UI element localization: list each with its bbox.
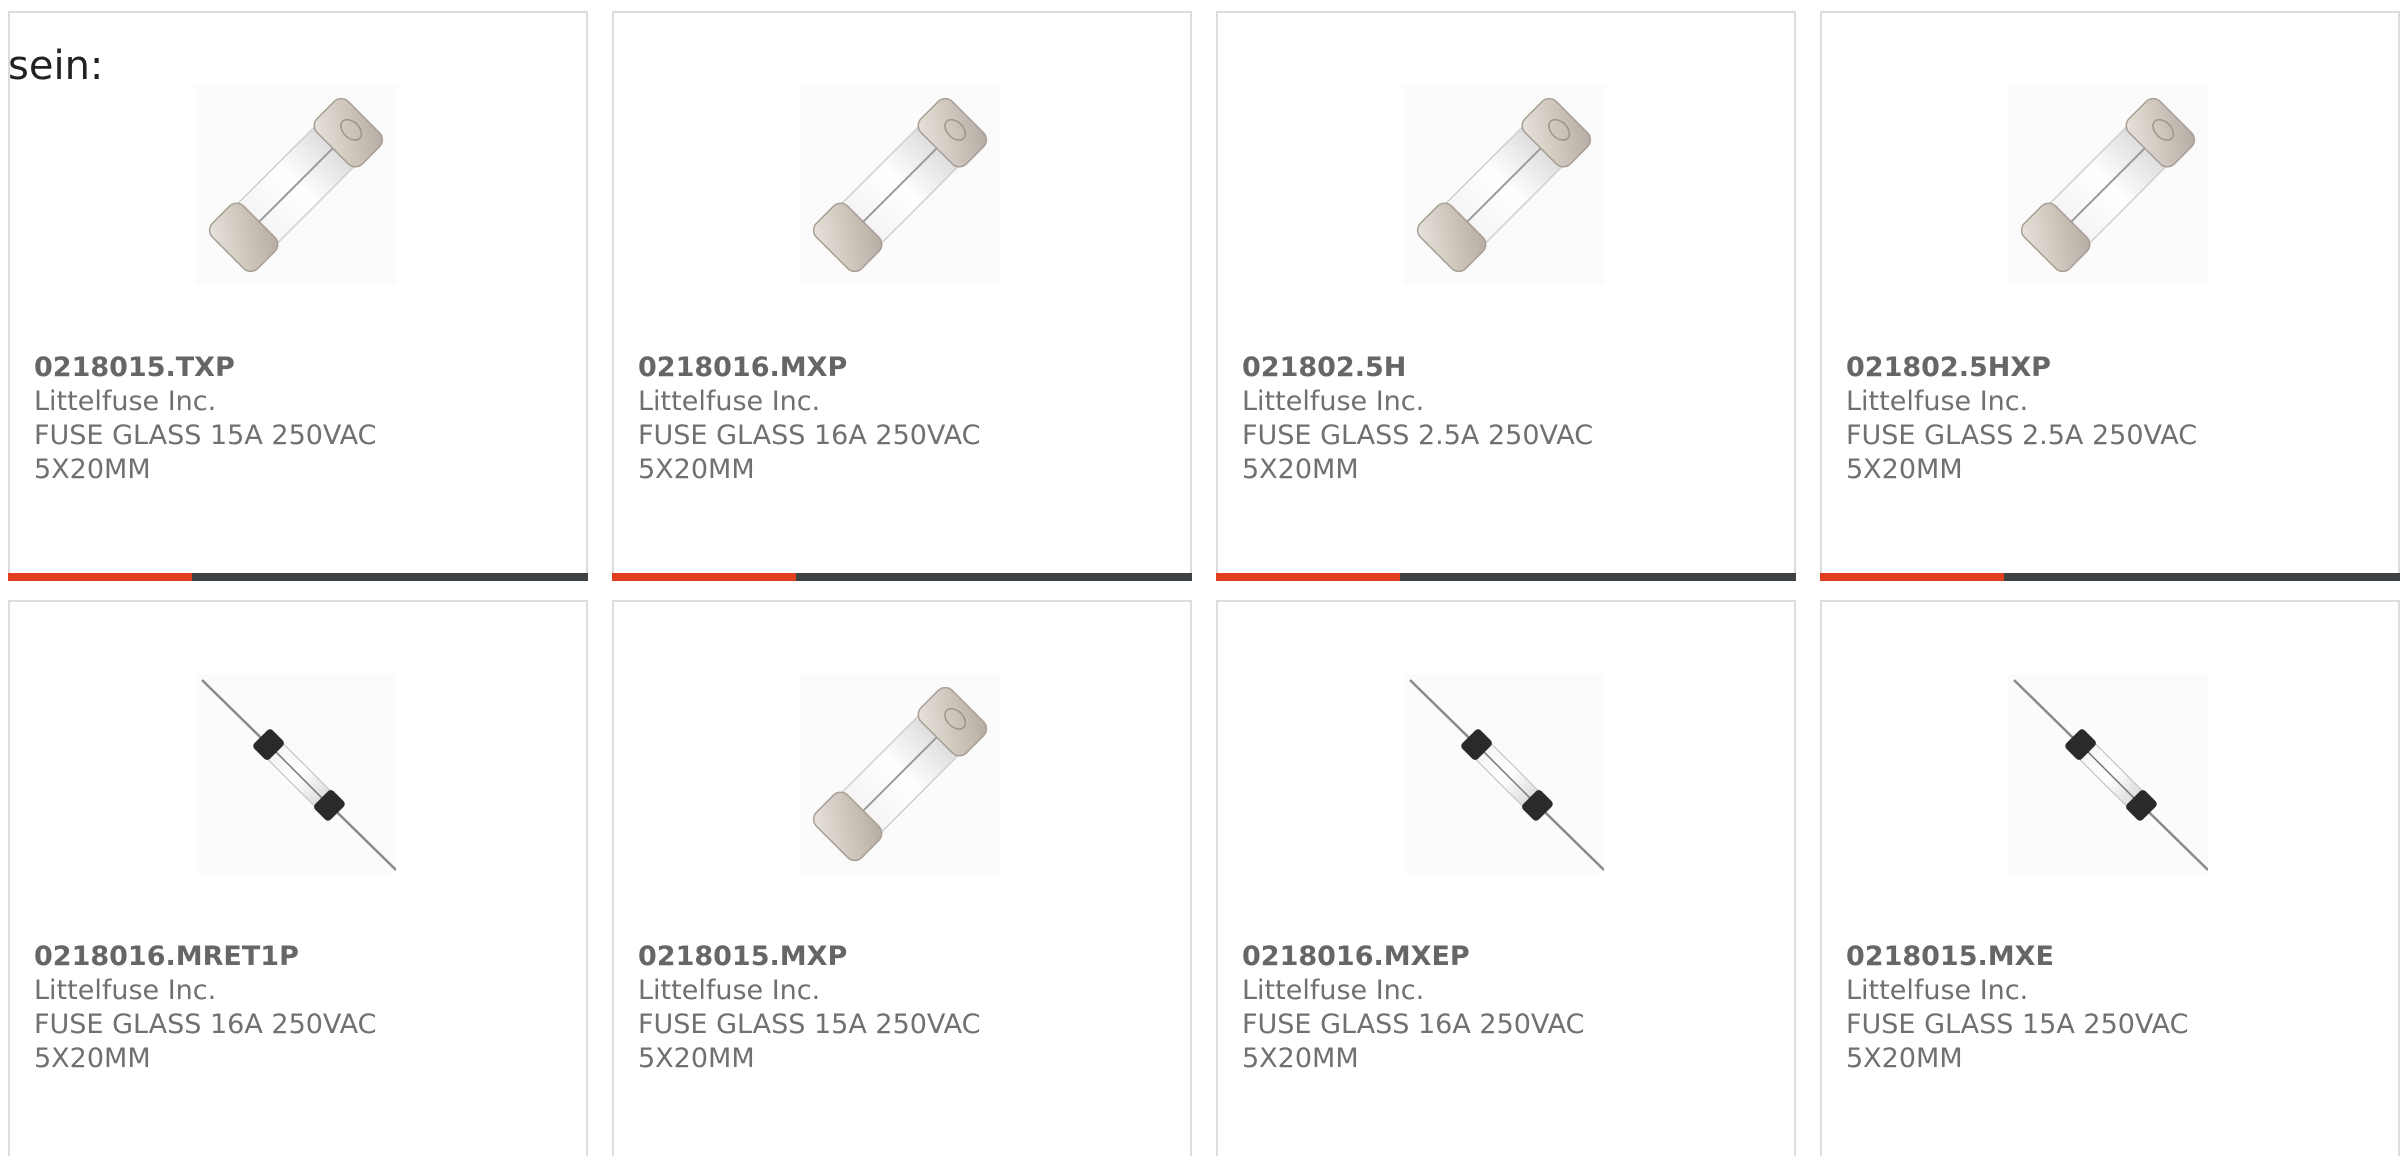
cartridge-fuse-icon[interactable] — [800, 85, 1000, 285]
product-description: FUSE GLASS 16A 250VAC 5X20MM — [1242, 1009, 1585, 1074]
product-description: FUSE GLASS 16A 250VAC 5X20MM — [638, 420, 981, 485]
intro-text: sein: — [8, 43, 104, 89]
product-card[interactable]: 0218016.MXP Littelfuse Inc. FUSE GLASS 1… — [612, 11, 1192, 581]
card-accent-highlight — [612, 573, 796, 581]
part-number[interactable]: 0218016.MRET1P — [34, 940, 534, 974]
axial-lead-fuse-icon[interactable] — [1404, 674, 1604, 874]
cartridge-fuse-icon[interactable] — [1404, 85, 1604, 285]
manufacturer: Littelfuse Inc. — [34, 975, 217, 1006]
product-description: FUSE GLASS 2.5A 250VAC 5X20MM — [1846, 420, 2198, 485]
product-info: 0218015.TXP Littelfuse Inc. FUSE GLASS 1… — [34, 351, 534, 487]
product-info: 0218015.MXE Littelfuse Inc. FUSE GLASS 1… — [1846, 940, 2346, 1076]
product-description: FUSE GLASS 2.5A 250VAC 5X20MM — [1242, 420, 1594, 485]
product-info: 021802.5HXP Littelfuse Inc. FUSE GLASS 2… — [1846, 351, 2346, 487]
product-card[interactable]: 021802.5HXP Littelfuse Inc. FUSE GLASS 2… — [1820, 11, 2400, 581]
card-accent-bar — [1216, 573, 1796, 581]
product-card[interactable]: 0218015.TXP Littelfuse Inc. FUSE GLASS 1… — [8, 11, 588, 581]
part-number[interactable]: 0218016.MXP — [638, 351, 1138, 385]
manufacturer: Littelfuse Inc. — [638, 386, 821, 417]
part-number[interactable]: 0218015.MXE — [1846, 940, 2346, 974]
card-accent-highlight — [1216, 573, 1400, 581]
manufacturer: Littelfuse Inc. — [1242, 386, 1425, 417]
manufacturer: Littelfuse Inc. — [34, 386, 217, 417]
product-card[interactable]: 0218015.MXP Littelfuse Inc. FUSE GLASS 1… — [612, 600, 1192, 1156]
card-accent-bar — [8, 573, 588, 581]
part-number[interactable]: 0218015.TXP — [34, 351, 534, 385]
card-accent-bar — [1820, 573, 2400, 581]
axial-lead-fuse-icon[interactable] — [2008, 674, 2208, 874]
cartridge-fuse-icon[interactable] — [2008, 85, 2208, 285]
product-card[interactable]: 021802.5H Littelfuse Inc. FUSE GLASS 2.5… — [1216, 11, 1796, 581]
card-accent-bar — [612, 573, 1192, 581]
part-number[interactable]: 021802.5HXP — [1846, 351, 2346, 385]
part-number[interactable]: 0218016.MXEP — [1242, 940, 1742, 974]
product-description: FUSE GLASS 15A 250VAC 5X20MM — [1846, 1009, 2189, 1074]
product-card[interactable]: 0218016.MRET1P Littelfuse Inc. FUSE GLAS… — [8, 600, 588, 1156]
cartridge-fuse-icon[interactable] — [196, 85, 396, 285]
product-info: 0218015.MXP Littelfuse Inc. FUSE GLASS 1… — [638, 940, 1138, 1076]
cartridge-fuse-icon[interactable] — [800, 674, 1000, 874]
product-description: FUSE GLASS 15A 250VAC 5X20MM — [34, 420, 377, 485]
part-number[interactable]: 0218015.MXP — [638, 940, 1138, 974]
product-results-page: sein: 0218015.TXP Littelfuse Inc. FUSE G… — [0, 0, 2400, 1156]
product-card[interactable]: 0218016.MXEP Littelfuse Inc. FUSE GLASS … — [1216, 600, 1796, 1156]
manufacturer: Littelfuse Inc. — [638, 975, 821, 1006]
product-card[interactable]: 0218015.MXE Littelfuse Inc. FUSE GLASS 1… — [1820, 600, 2400, 1156]
product-info: 0218016.MXP Littelfuse Inc. FUSE GLASS 1… — [638, 351, 1138, 487]
product-description: FUSE GLASS 16A 250VAC 5X20MM — [34, 1009, 377, 1074]
card-accent-highlight — [1820, 573, 2004, 581]
manufacturer: Littelfuse Inc. — [1846, 386, 2029, 417]
manufacturer: Littelfuse Inc. — [1242, 975, 1425, 1006]
card-accent-highlight — [8, 573, 192, 581]
manufacturer: Littelfuse Inc. — [1846, 975, 2029, 1006]
part-number[interactable]: 021802.5H — [1242, 351, 1742, 385]
product-info: 0218016.MRET1P Littelfuse Inc. FUSE GLAS… — [34, 940, 534, 1076]
product-info: 021802.5H Littelfuse Inc. FUSE GLASS 2.5… — [1242, 351, 1742, 487]
axial-lead-fuse-icon[interactable] — [196, 674, 396, 874]
product-description: FUSE GLASS 15A 250VAC 5X20MM — [638, 1009, 981, 1074]
product-info: 0218016.MXEP Littelfuse Inc. FUSE GLASS … — [1242, 940, 1742, 1076]
